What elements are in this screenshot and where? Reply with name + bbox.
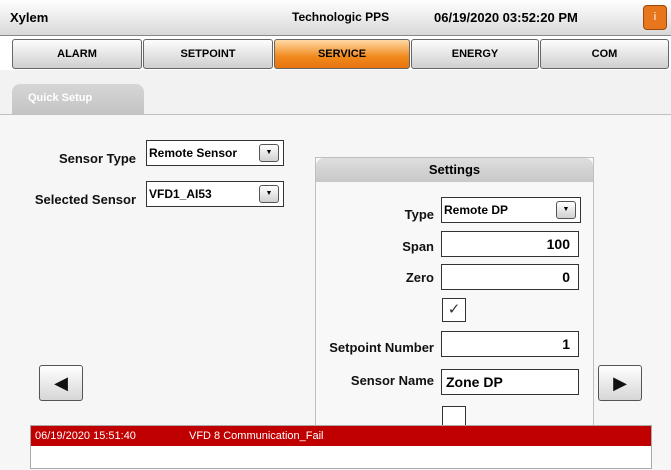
sensor-name-input[interactable]: Zone DP: [441, 369, 579, 395]
selected-sensor-label: Selected Sensor: [34, 192, 136, 207]
alarm-message: VFD 8 Communication_Fail: [189, 430, 324, 442]
alarm-row[interactable]: 06/19/2020 15:51:40 VFD 8 Communication_…: [31, 426, 651, 446]
zero-label: Zero: [405, 270, 434, 285]
info-icon: i: [653, 11, 657, 23]
chevron-down-icon[interactable]: ▼: [259, 144, 279, 162]
date-time: 06/19/2020 03:52:20 PM: [434, 10, 578, 25]
selected-sensor-value: VFD1_AI53: [149, 187, 212, 201]
main-area: Quick Setup Sensor Type Remote Sensor ▼ …: [0, 70, 671, 470]
sensor-type-value: Remote Sensor: [149, 146, 238, 160]
settings-header: Settings: [316, 158, 593, 182]
selected-sensor-dropdown[interactable]: VFD1_AI53 ▼: [146, 181, 284, 207]
info-button[interactable]: i: [643, 5, 667, 30]
sensor-type-label: Sensor Type: [58, 151, 136, 166]
tab-quick-setup[interactable]: Quick Setup: [12, 84, 144, 114]
span-label: Span: [402, 239, 434, 254]
system-title: Technologic PPS: [292, 10, 390, 24]
main-tab-bar: ALARM SETPOINT SERVICE ENERGY COM: [0, 36, 671, 70]
quick-setup-panel: Sensor Type Remote Sensor ▼ Selected Sen…: [0, 114, 671, 470]
title-bar: Xylem Technologic PPS 06/19/2020 03:52:2…: [0, 0, 671, 36]
chevron-down-icon[interactable]: ▼: [259, 185, 279, 203]
tab-setpoint[interactable]: SETPOINT: [143, 39, 273, 69]
chevron-down-icon[interactable]: ▼: [556, 201, 576, 219]
zero-input[interactable]: 0: [441, 264, 579, 290]
tab-alarm[interactable]: ALARM: [12, 39, 142, 69]
prev-button[interactable]: ◀: [39, 365, 83, 401]
setpoint-number-label: Setpoint Number: [329, 340, 434, 355]
alarm-time: 06/19/2020 15:51:40: [35, 430, 136, 442]
left-arrow-icon: ◀: [54, 373, 68, 393]
next-button[interactable]: ▶: [598, 365, 642, 401]
type-dropdown[interactable]: Remote DP ▼: [441, 197, 581, 223]
tab-com[interactable]: COM: [540, 39, 669, 69]
sensor-name-label: Sensor Name: [350, 373, 434, 388]
check-icon: ✓: [447, 301, 461, 318]
app-title: Xylem: [10, 10, 49, 25]
tab-energy[interactable]: ENERGY: [411, 39, 539, 69]
type-label: Type: [404, 207, 434, 222]
span-input[interactable]: 100: [441, 231, 579, 257]
tab-service[interactable]: SERVICE: [274, 39, 410, 69]
setpoint-number-input[interactable]: 1: [441, 331, 579, 357]
type-value: Remote DP: [444, 203, 509, 217]
sensor-type-dropdown[interactable]: Remote Sensor ▼: [146, 140, 284, 166]
settings-panel: Settings Type Remote DP ▼ Span 100 Zero …: [315, 157, 594, 441]
alarm-banner[interactable]: 06/19/2020 15:51:40 VFD 8 Communication_…: [30, 425, 652, 469]
right-arrow-icon: ▶: [613, 373, 627, 393]
enable-checkbox[interactable]: ✓: [442, 298, 466, 322]
